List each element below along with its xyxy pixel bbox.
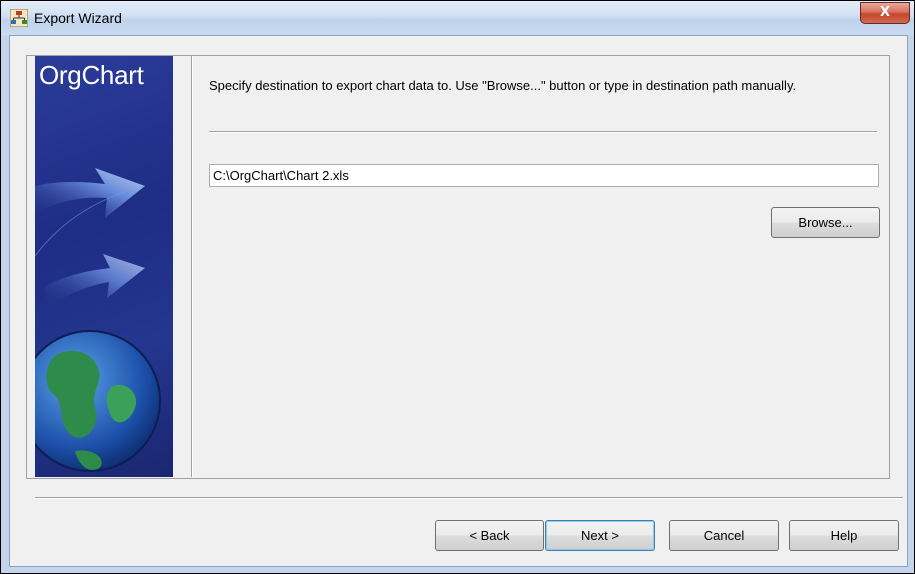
sidebar-divider-highlight xyxy=(192,56,193,477)
arrow-icon xyxy=(35,168,161,472)
window-title: Export Wizard xyxy=(34,10,122,26)
next-button[interactable]: Next > xyxy=(545,520,655,551)
app-icon xyxy=(10,9,28,27)
destination-path-input[interactable] xyxy=(209,164,879,187)
close-button[interactable]: X xyxy=(860,2,910,24)
title-bar[interactable]: Export Wizard X xyxy=(1,1,914,35)
help-button[interactable]: Help xyxy=(789,520,899,551)
instruction-text: Specify destination to export chart data… xyxy=(209,78,797,93)
footer-separator-highlight xyxy=(35,498,903,499)
back-button[interactable]: < Back xyxy=(435,520,544,551)
sidebar-banner: OrgChart xyxy=(35,56,173,477)
globe-icon xyxy=(35,330,161,472)
close-icon: X xyxy=(879,5,891,20)
cancel-button[interactable]: Cancel xyxy=(669,520,779,551)
content-separator-highlight xyxy=(209,132,877,133)
browse-button[interactable]: Browse... xyxy=(771,207,880,238)
